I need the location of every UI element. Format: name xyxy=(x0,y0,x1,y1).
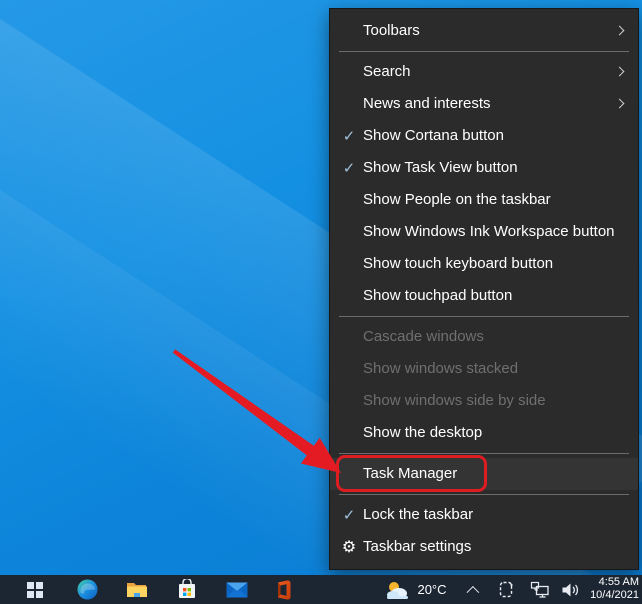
menu-item-taskbar-settings[interactable]: ⚙Taskbar settings xyxy=(330,531,638,563)
volume-icon xyxy=(561,582,580,598)
taskbar-item-edge[interactable] xyxy=(67,575,107,604)
menu-item-label: Show People on the taskbar xyxy=(363,191,551,208)
menu-item-label: Show the desktop xyxy=(363,424,482,441)
menu-separator xyxy=(339,316,629,317)
submenu-chevron-icon xyxy=(615,67,625,77)
menu-item-task-manager[interactable]: Task Manager xyxy=(330,458,638,490)
menu-item-label: Show Cortana button xyxy=(363,127,504,144)
screen: ToolbarsSearchNews and interests✓Show Co… xyxy=(0,0,642,604)
submenu-chevron-icon xyxy=(615,26,625,36)
menu-item-label: Show touch keyboard button xyxy=(363,255,553,272)
menu-item-search[interactable]: Search xyxy=(330,56,638,88)
chevron-up-icon xyxy=(466,586,479,599)
menu-item-show-touchpad-button[interactable]: Show touchpad button xyxy=(330,280,638,312)
tray-network[interactable] xyxy=(528,575,552,604)
menu-item-show-windows-stacked: Show windows stacked xyxy=(330,353,638,385)
network-icon xyxy=(530,581,550,598)
taskbar-item-file-explorer[interactable] xyxy=(117,575,157,604)
taskbar: 20°C xyxy=(0,575,642,604)
sun-behind-cloud-icon xyxy=(386,580,409,600)
file-explorer-icon xyxy=(126,580,148,599)
gear-icon: ⚙ xyxy=(338,531,360,563)
menu-item-label: Show windows stacked xyxy=(363,360,518,377)
menu-item-label: Cascade windows xyxy=(363,328,484,345)
tray-volume[interactable] xyxy=(558,575,582,604)
menu-item-label: Show Task View button xyxy=(363,159,518,176)
taskbar-context-menu: ToolbarsSearchNews and interests✓Show Co… xyxy=(329,8,639,570)
tray-hidden-icons-button[interactable] xyxy=(462,575,480,604)
menu-item-label: Lock the taskbar xyxy=(363,506,473,523)
menu-separator xyxy=(339,494,629,495)
menu-item-cascade-windows: Cascade windows xyxy=(330,321,638,353)
taskbar-item-mail[interactable] xyxy=(217,575,257,604)
mail-icon xyxy=(226,582,248,598)
menu-item-show-the-desktop[interactable]: Show the desktop xyxy=(330,417,638,449)
taskbar-item-microsoft-store[interactable] xyxy=(167,575,207,604)
edge-icon xyxy=(77,579,98,600)
office-icon xyxy=(274,580,294,600)
submenu-chevron-icon xyxy=(615,99,625,109)
menu-separator xyxy=(339,453,629,454)
menu-item-news-and-interests[interactable]: News and interests xyxy=(330,88,638,120)
menu-item-show-touch-keyboard-button[interactable]: Show touch keyboard button xyxy=(330,248,638,280)
clock-time: 4:55 AM xyxy=(582,576,639,589)
menu-item-show-windows-ink-workspace-button[interactable]: Show Windows Ink Workspace button xyxy=(330,216,638,248)
menu-item-label: Show windows side by side xyxy=(363,392,546,409)
menu-item-label: Show Windows Ink Workspace button xyxy=(363,223,615,240)
microsoft-store-icon xyxy=(177,579,197,600)
menu-item-toolbars[interactable]: Toolbars xyxy=(330,15,638,47)
temperature-label: 20°C xyxy=(417,582,446,597)
start-button[interactable] xyxy=(15,575,55,604)
menu-item-label: News and interests xyxy=(363,95,491,112)
menu-item-label: Search xyxy=(363,63,411,80)
menu-item-label: Taskbar settings xyxy=(363,538,471,555)
clock-date: 10/4/2021 xyxy=(582,589,639,602)
menu-item-show-cortana-button[interactable]: ✓Show Cortana button xyxy=(330,120,638,152)
tray-clock[interactable]: 4:55 AM 10/4/2021 xyxy=(582,576,642,603)
checkmark-icon: ✓ xyxy=(338,499,360,531)
menu-item-show-windows-side-by-side: Show windows side by side xyxy=(330,385,638,417)
tray-weather[interactable] xyxy=(384,575,410,604)
menu-item-label: Show touchpad button xyxy=(363,287,512,304)
menu-item-label: Toolbars xyxy=(363,22,420,39)
tray-your-phone[interactable] xyxy=(496,575,516,604)
menu-item-lock-the-taskbar[interactable]: ✓Lock the taskbar xyxy=(330,499,638,531)
menu-separator xyxy=(339,51,629,52)
menu-item-show-people-on-the-taskbar[interactable]: Show People on the taskbar xyxy=(330,184,638,216)
checkmark-icon: ✓ xyxy=(338,152,360,184)
menu-item-show-task-view-button[interactable]: ✓Show Task View button xyxy=(330,152,638,184)
windows-logo-icon xyxy=(27,582,43,598)
taskbar-item-office[interactable] xyxy=(264,575,304,604)
checkmark-icon: ✓ xyxy=(338,120,360,152)
your-phone-icon xyxy=(498,580,514,599)
tray-temperature[interactable]: 20°C xyxy=(412,575,452,604)
menu-item-label: Task Manager xyxy=(363,465,457,482)
